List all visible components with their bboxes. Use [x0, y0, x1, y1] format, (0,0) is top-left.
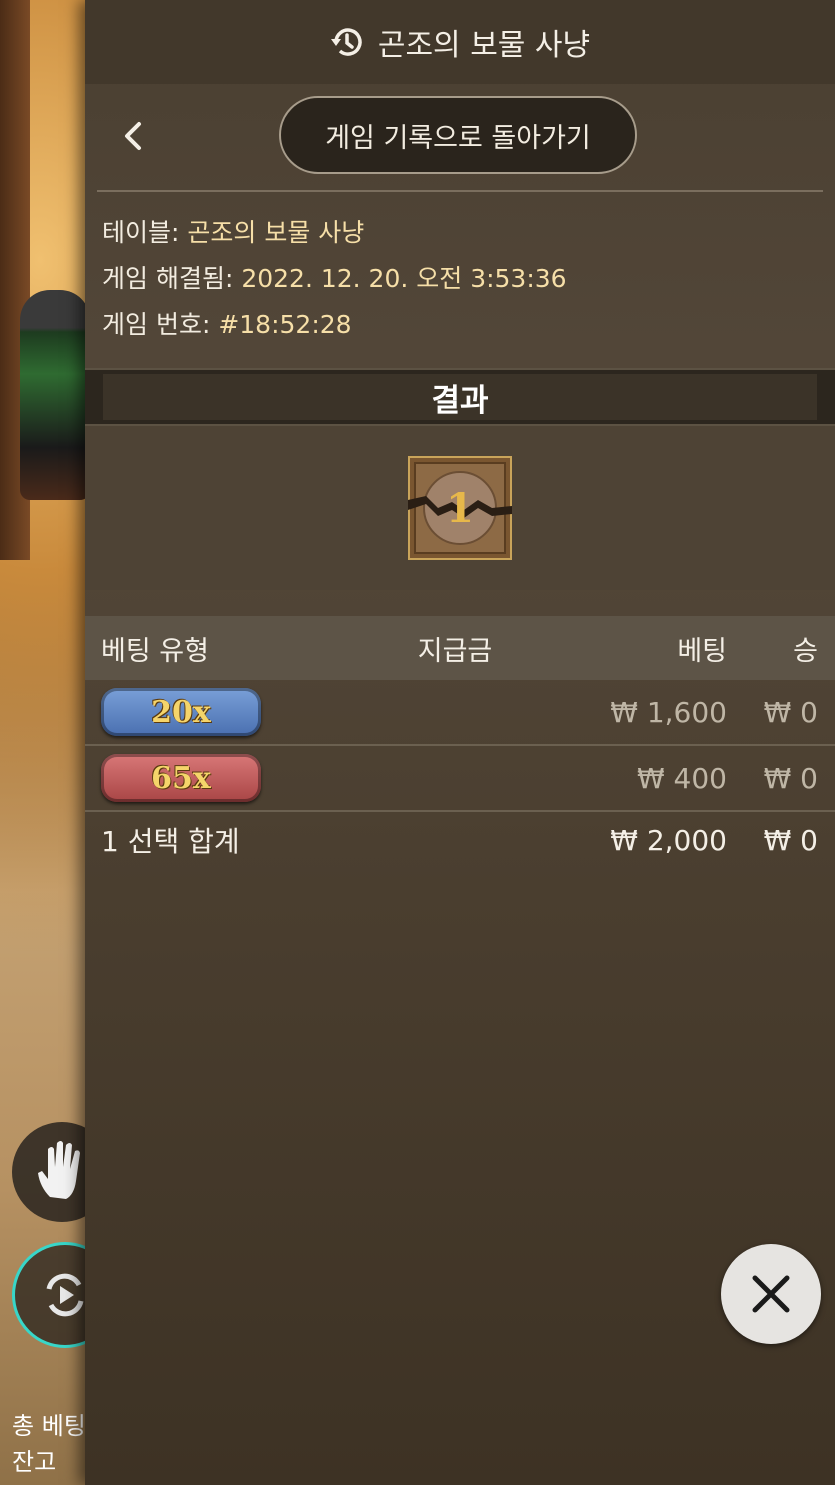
info-number: 게임 번호: #18:52:28 — [102, 302, 835, 348]
info-resolved-value: 2022. 12. 20. 오전 3:53:36 — [241, 264, 567, 293]
history-icon — [330, 28, 362, 56]
result-value: 1 — [446, 485, 474, 532]
balance-label: 잔고 — [12, 1448, 57, 1476]
back-to-history-button[interactable]: 게임 기록으로 돌아가기 — [279, 96, 637, 174]
panel-header: 곤조의 보물 사냥 — [85, 0, 835, 84]
total-label: 1 선택 합계 — [101, 825, 240, 858]
table-row: 65x ₩ 400 ₩ 0 — [85, 746, 835, 812]
game-character — [20, 290, 90, 500]
col-win: 승 — [793, 635, 818, 667]
row-win: ₩ 0 — [763, 761, 818, 795]
game-info: 테이블: 곤조의 보물 사냥 게임 해결됨: 2022. 12. 20. 오전 … — [85, 192, 835, 348]
info-number-label: 게임 번호: — [102, 310, 211, 339]
panel-title: 곤조의 보물 사냥 — [377, 28, 591, 63]
back-button[interactable] — [119, 118, 149, 154]
col-payout: 지급금 — [417, 635, 493, 667]
result-heading: 결과 — [431, 382, 489, 419]
game-history-panel: 곤조의 보물 사냥 게임 기록으로 돌아가기 테이블: 곤조의 보물 사냥 게임… — [85, 0, 835, 1485]
result-tile: 1 — [408, 456, 512, 560]
close-icon — [752, 1275, 790, 1313]
row-bet: ₩ 1,600 — [610, 695, 727, 729]
hand-icon — [38, 1141, 80, 1199]
info-table-label: 테이블: — [102, 218, 180, 247]
info-resolved: 게임 해결됨: 2022. 12. 20. 오전 3:53:36 — [102, 256, 835, 302]
chevron-left-icon — [125, 122, 141, 150]
table-total-row: 1 선택 합계 ₩ 2,000 ₩ 0 — [85, 812, 835, 868]
info-table: 테이블: 곤조의 보물 사냥 — [102, 210, 835, 256]
col-bet-type: 베팅 유형 — [101, 635, 209, 667]
result-area: 1 — [85, 426, 835, 590]
info-resolved-label: 게임 해결됨: — [102, 264, 234, 293]
col-bet: 베팅 — [677, 635, 727, 667]
total-win: ₩ 0 — [763, 823, 818, 857]
close-button[interactable] — [721, 1244, 821, 1344]
total-bet: ₩ 2,000 — [610, 823, 727, 857]
table-header: 베팅 유형 지급금 베팅 승 — [85, 616, 835, 680]
row-bet: ₩ 400 — [636, 761, 727, 795]
bet-badge-20x: 20x — [101, 688, 261, 736]
info-table-value: 곤조의 보물 사냥 — [187, 218, 365, 247]
bet-badge-65x: 65x — [101, 754, 261, 802]
row-win: ₩ 0 — [763, 695, 818, 729]
nav-row: 게임 기록으로 돌아가기 — [85, 84, 835, 190]
bet-table: 베팅 유형 지급금 베팅 승 20x ₩ 1,600 ₩ 0 65x ₩ 400… — [85, 616, 835, 868]
info-number-value: #18:52:28 — [218, 310, 352, 339]
result-header: 결과 — [85, 368, 835, 426]
table-row: 20x ₩ 1,600 ₩ 0 — [85, 680, 835, 746]
